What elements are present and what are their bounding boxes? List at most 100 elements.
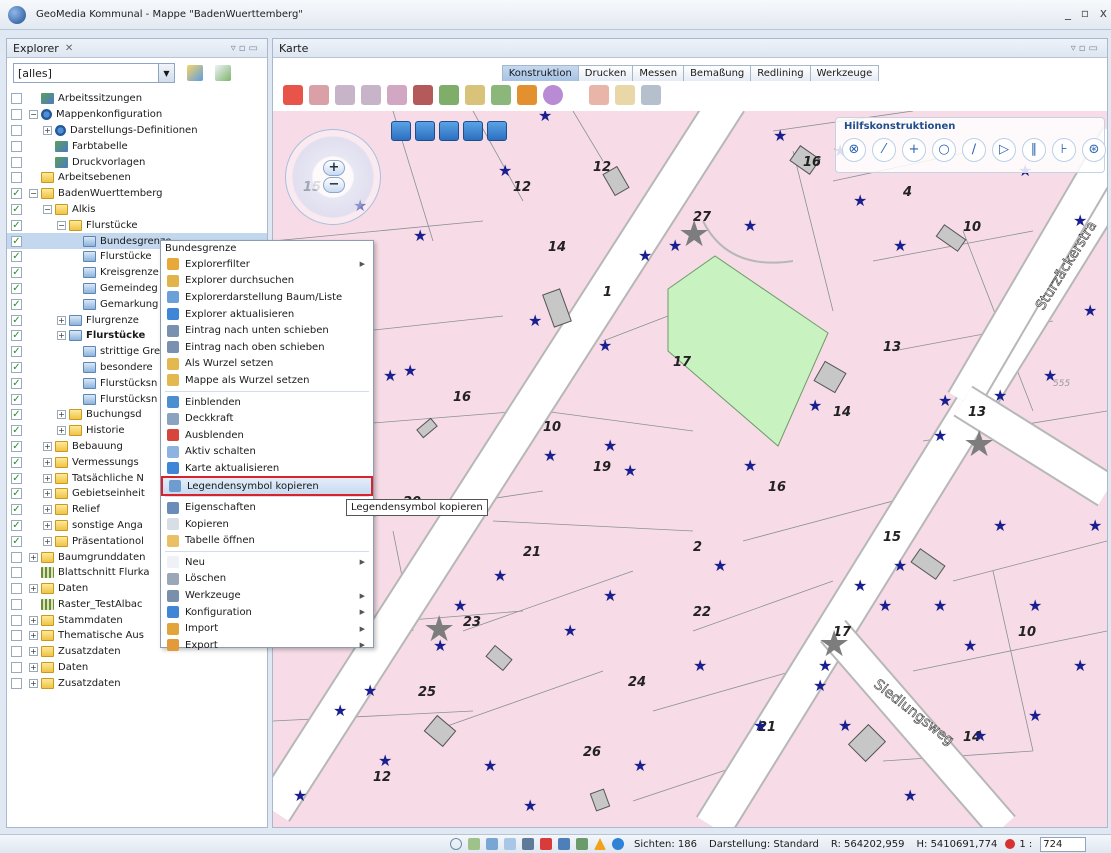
boundary-point-marker[interactable]: ★ [713, 556, 727, 575]
ribbon-tab[interactable]: Bemaßung [683, 65, 752, 81]
visibility-checkbox[interactable]: ✓ [11, 488, 22, 500]
search-icon[interactable] [450, 838, 462, 850]
tool-area-icon[interactable] [387, 85, 407, 105]
expand-icon[interactable]: + [43, 520, 52, 530]
context-menu-item[interactable]: Explorerfilter ▶ [161, 256, 373, 273]
hk-tool[interactable]: ⊛ [1082, 138, 1106, 162]
boundary-point-marker[interactable]: ★ [638, 246, 652, 265]
context-menu-item[interactable]: Einblenden [161, 394, 373, 411]
boundary-point-marker[interactable]: ★ [693, 656, 707, 675]
boundary-point-marker[interactable]: ★ [1073, 656, 1087, 675]
record-icon[interactable] [1005, 839, 1016, 849]
visibility-checkbox[interactable] [11, 93, 22, 105]
visibility-checkbox[interactable] [11, 567, 22, 579]
chevron-down-icon[interactable]: ▼ [158, 64, 174, 82]
visibility-checkbox[interactable] [11, 156, 22, 168]
expand-icon[interactable]: + [57, 315, 66, 325]
visibility-checkbox[interactable] [11, 140, 22, 152]
map-tab-title[interactable]: Karte [279, 42, 308, 55]
layer-icon[interactable] [486, 838, 498, 850]
boundary-point-marker[interactable]: ★ [993, 516, 1007, 535]
expand-icon[interactable]: + [29, 584, 38, 594]
context-menu-item[interactable]: Explorerdarstellung Baum/Liste [161, 289, 373, 306]
expand-icon[interactable]: + [29, 647, 38, 657]
navigation-compass[interactable]: + − [285, 129, 381, 225]
boundary-point-marker[interactable]: ★ [333, 701, 347, 720]
visibility-checkbox[interactable]: ✓ [11, 377, 22, 389]
window-icon[interactable] [558, 838, 570, 850]
boundary-point-marker[interactable]: ★ [813, 676, 827, 695]
boundary-point-marker[interactable]: ★ [933, 596, 947, 615]
boundary-point-marker[interactable]: ★ [598, 336, 612, 355]
hk-tool[interactable]: ∥ [1022, 138, 1046, 162]
visibility-checkbox[interactable]: ✓ [11, 409, 22, 421]
zoom-icon[interactable] [504, 838, 516, 850]
map-canvas[interactable]: 1015121614117161013131420191621152322172… [273, 111, 1107, 827]
hk-tool[interactable]: ⊗ [842, 138, 866, 162]
context-menu-item[interactable]: Löschen [161, 571, 373, 588]
boundary-point-marker[interactable]: ★ [383, 366, 397, 385]
tree-item[interactable]: ✓ − Alkis [7, 202, 267, 218]
tool-point-icon[interactable] [283, 85, 303, 105]
ribbon-tab[interactable]: Drucken [577, 65, 634, 81]
zoom-window-icon[interactable] [391, 121, 411, 141]
boundary-point-marker[interactable]: ★ [973, 726, 987, 745]
tree-item[interactable]: + Daten [7, 660, 267, 676]
context-menu-item[interactable]: Explorer aktualisieren [161, 306, 373, 323]
ribbon-tab[interactable]: Redlining [750, 65, 811, 81]
context-menu-item[interactable]: Tabelle öffnen [161, 533, 373, 550]
tool-attribute-icon[interactable] [615, 85, 635, 105]
boundary-point-marker[interactable]: ★ [483, 756, 497, 775]
expand-icon[interactable]: + [43, 536, 52, 546]
tool-polyline-icon[interactable] [361, 85, 381, 105]
context-menu-item[interactable]: Eintrag nach oben schieben [161, 339, 373, 356]
boundary-point-marker[interactable]: ★ [1028, 706, 1042, 725]
boundary-point-marker[interactable]: ★ [563, 621, 577, 640]
boundary-point-marker[interactable]: ★ [603, 586, 617, 605]
hk-tool[interactable]: ▷ [992, 138, 1016, 162]
tree-item[interactable]: ✓ − Flurstücke [7, 217, 267, 233]
tool-edit-icon[interactable] [465, 85, 485, 105]
expand-icon[interactable]: + [29, 552, 38, 562]
tree-item[interactable]: Arbeitsebenen [7, 170, 267, 186]
boundary-point-marker[interactable]: ★ [603, 436, 617, 455]
help-icon[interactable] [612, 838, 624, 850]
boundary-point-marker[interactable]: ★ [753, 716, 767, 735]
tool-line-icon[interactable] [335, 85, 355, 105]
boundary-point-marker[interactable]: ★ [743, 216, 757, 235]
boundary-point-marker[interactable]: ★ [933, 426, 947, 445]
boundary-point-marker[interactable]: ★ [493, 566, 507, 585]
visibility-checkbox[interactable]: ✓ [11, 393, 22, 405]
tree-item[interactable]: − Mappenkonfiguration [7, 107, 267, 123]
pan-icon[interactable] [487, 121, 507, 141]
tool-fill-icon[interactable] [517, 85, 537, 105]
boundary-point-marker[interactable]: ★ [993, 386, 1007, 405]
stop-icon[interactable] [540, 838, 552, 850]
zoom-in-button[interactable]: + [323, 160, 345, 176]
explorer-filter-icon[interactable] [187, 65, 203, 81]
visibility-checkbox[interactable] [11, 583, 22, 595]
zoom-out-button[interactable]: − [323, 177, 345, 193]
hk-tool[interactable]: + [902, 138, 926, 162]
panel-controls[interactable]: ▿▫▭ [1071, 43, 1101, 54]
minimize-button[interactable]: _ [1065, 6, 1071, 20]
expand-icon[interactable]: + [29, 678, 38, 688]
boundary-point-marker[interactable]: ★ [808, 396, 822, 415]
expand-icon[interactable]: + [57, 410, 66, 420]
context-menu-item[interactable]: Legendensymbol kopieren [161, 475, 373, 497]
tree-item[interactable]: Druckvorlagen [7, 154, 267, 170]
boundary-point-marker[interactable]: ★ [963, 636, 977, 655]
hk-tool[interactable]: ○ [932, 138, 956, 162]
visibility-checkbox[interactable] [11, 109, 22, 121]
visibility-checkbox[interactable]: ✓ [11, 472, 22, 484]
expand-icon[interactable]: + [57, 426, 66, 436]
boundary-point-marker[interactable]: ★ [293, 786, 307, 805]
tool-grid-icon[interactable] [439, 85, 459, 105]
close-icon[interactable]: ✕ [65, 43, 73, 54]
boundary-point-marker[interactable]: ★ [363, 681, 377, 700]
visibility-checkbox[interactable]: ✓ [11, 282, 22, 294]
boundary-point-marker[interactable]: ★ [538, 111, 552, 125]
close-button[interactable]: x [1100, 6, 1107, 20]
tool-palette-icon[interactable] [543, 85, 563, 105]
boundary-point-marker[interactable]: ★ [528, 311, 542, 330]
